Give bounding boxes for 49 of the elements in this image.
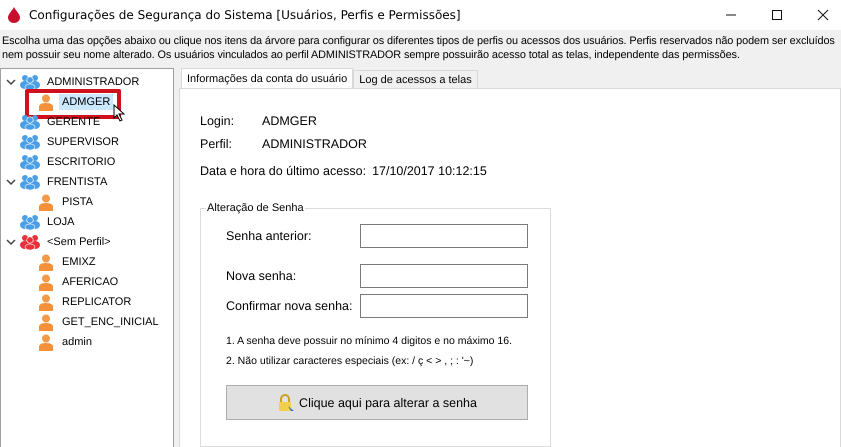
tree-item[interactable]: LOJA xyxy=(44,214,78,230)
tree-item[interactable]: GET_ENC_INICIAL xyxy=(59,314,162,330)
tree-item[interactable]: admin xyxy=(59,334,95,350)
password-field[interactable] xyxy=(360,224,528,248)
user-icon xyxy=(39,194,53,210)
group-title: Alteração de Senha xyxy=(206,202,305,214)
last-access-label: Data e hora do último acesso: xyxy=(200,164,366,178)
password-field[interactable] xyxy=(360,294,528,318)
tab[interactable]: Log de acessos a telas xyxy=(353,70,478,88)
tree-item[interactable]: PISTA xyxy=(59,194,96,210)
chevron-icon[interactable] xyxy=(6,77,16,87)
chevron-icon[interactable] xyxy=(6,177,16,187)
user-icon xyxy=(39,274,53,290)
tree-item[interactable]: EMIXZ xyxy=(59,254,99,270)
maximize-icon[interactable] xyxy=(771,9,783,21)
profile-label: Perfil: xyxy=(200,136,233,150)
tree-item[interactable]: ESCRITORIO xyxy=(44,154,118,170)
rule-note: 2. Não utilizar caracteres especiais (ex: / ç < > , ; : '~) xyxy=(226,354,474,369)
field-label: Confirmar nova senha: xyxy=(226,299,352,313)
window-title: Configurações de Segurança do Sistema [Usuários, Perfis e Permissões] xyxy=(29,8,461,22)
rule-note: 1. A senha deve possuir no mínimo 4 digitos e no máximo 16. xyxy=(226,334,513,349)
tree-item[interactable]: SUPERVISOR xyxy=(44,134,122,150)
description-text: Escolha uma das opções abaixo ou clique nos itens da árvore para configurar os diferentes tipos de perfis ou acessos dos usuários. Perfis reservados não podem ser excluídos nem possuir seu nome alterado. Os usuários vinculados ao perfil ADMINISTRADOR sempre possuirão acesso total as telas, independente das permissões. xyxy=(2,34,836,62)
tree-item[interactable]: FRENTISTA xyxy=(44,174,110,190)
change-password-button[interactable]: Clique aqui para alterar a senha xyxy=(226,385,528,420)
tree-item[interactable]: <Sem Perfil> xyxy=(44,234,114,250)
close-icon[interactable] xyxy=(817,9,829,21)
password-field[interactable] xyxy=(360,264,528,288)
tree-item[interactable]: ADMINISTRADOR xyxy=(44,74,142,90)
login-value: ADMGER xyxy=(262,114,317,128)
user-icon xyxy=(39,334,53,350)
chevron-icon[interactable] xyxy=(6,237,16,247)
field-label: Nova senha: xyxy=(226,269,296,283)
tree-item[interactable]: GERENTE xyxy=(44,114,104,130)
tree-item[interactable]: ADMGER xyxy=(59,94,114,110)
profile-value: ADMINISTRADOR xyxy=(262,136,367,150)
field-label: Senha anterior: xyxy=(226,229,312,243)
user-icon xyxy=(39,94,53,110)
login-label: Login: xyxy=(200,114,236,128)
user-icon xyxy=(39,254,53,270)
user-icon xyxy=(39,294,53,310)
user-icon xyxy=(39,314,53,330)
tree-item[interactable]: AFERICAO xyxy=(59,274,122,290)
mouse-cursor-icon xyxy=(113,104,125,122)
tree-item[interactable]: REPLICATOR xyxy=(59,294,134,310)
tab[interactable]: Informações da conta do usuário xyxy=(181,68,354,88)
app-icon xyxy=(7,7,21,23)
last-access-value: 17/10/2017 10:12:15 xyxy=(372,164,487,178)
padlock-icon xyxy=(277,394,296,412)
